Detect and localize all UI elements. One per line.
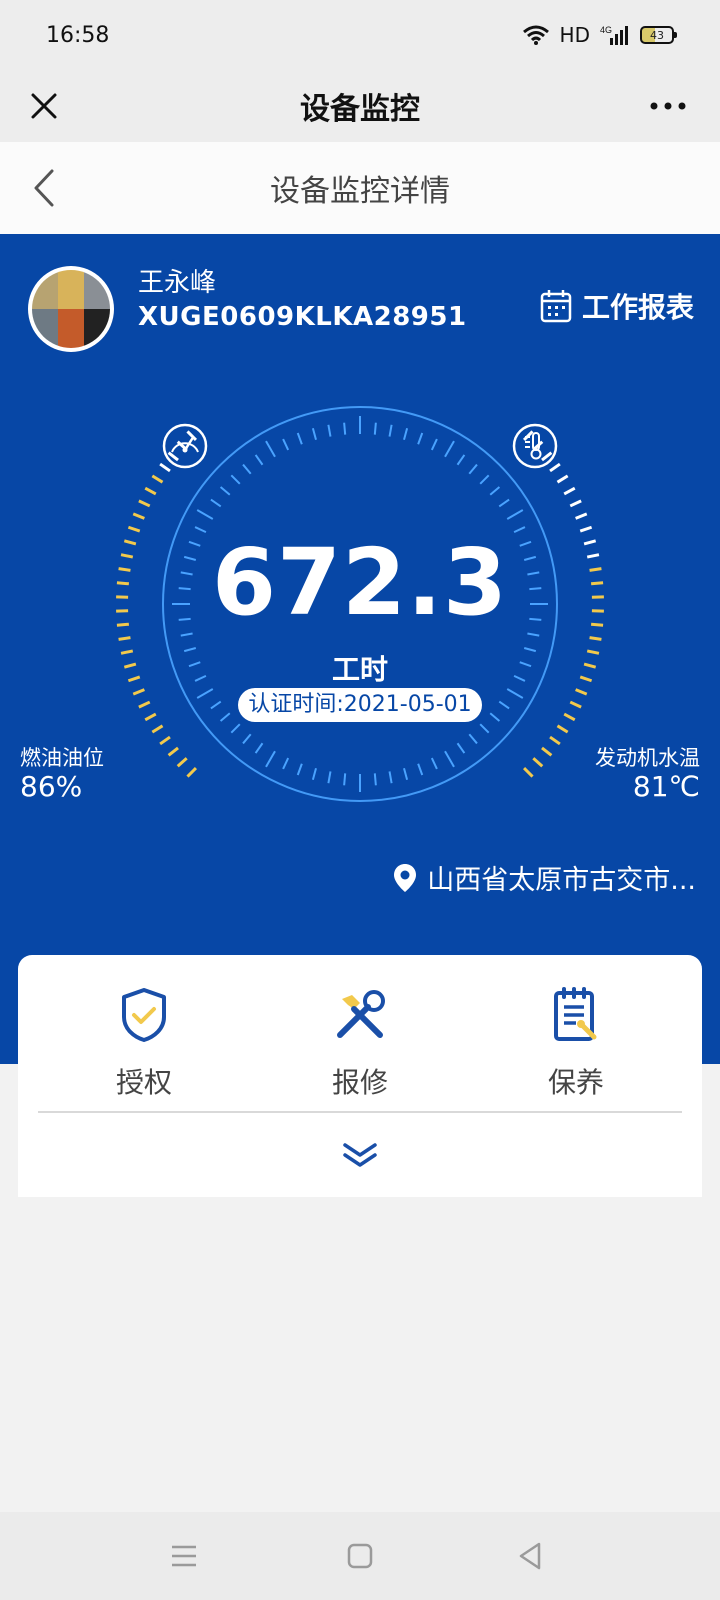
temp-arc-tick <box>575 688 588 696</box>
temp-arc-tick <box>589 567 602 572</box>
temp-arc-tick <box>579 675 593 683</box>
fuel-arc-tick <box>118 636 131 641</box>
system-navbar <box>0 1512 720 1600</box>
owner-name: 王永峰 <box>138 268 217 298</box>
repair-label: 报修 <box>331 1066 388 1099</box>
fuel-arc-tick <box>123 662 137 669</box>
maintenance-doc-icon <box>554 987 597 1041</box>
hours-gauge: 672.3 工时 认证时间:2021-05-01 <box>0 384 720 844</box>
device-photo <box>32 270 110 348</box>
temp-arc-tick <box>563 486 576 496</box>
temp-arc-tick <box>569 700 582 709</box>
temp-arc-tick <box>586 553 600 559</box>
engine-temp-value: 81℃ <box>632 770 700 803</box>
subpage-title: 设备监控详情 <box>270 174 450 209</box>
fuel-arc-tick <box>118 567 131 572</box>
menu-button[interactable] <box>162 1534 206 1578</box>
temp-arc-tick <box>586 649 600 655</box>
temp-arc-tick <box>589 636 602 641</box>
work-report-button[interactable]: 工作报表 <box>540 286 694 326</box>
status-icons: HD 4G 43 <box>522 23 677 47</box>
fuel-arc-tick <box>132 512 145 520</box>
fuel-arc-tick <box>116 581 130 586</box>
shield-check-icon <box>122 988 166 1042</box>
maintenance-button[interactable]: 保养 <box>496 985 656 1101</box>
wifi-icon <box>522 25 549 45</box>
fuel-arc-tick <box>144 712 157 722</box>
temp-arc-tick <box>590 622 604 627</box>
divider <box>38 1111 682 1113</box>
home-button[interactable] <box>338 1534 382 1578</box>
temp-arc-tick <box>583 539 597 546</box>
double-chevron-down-icon <box>343 1143 377 1167</box>
status-bar: 16:58 HD 4G 43 <box>0 0 720 70</box>
more-dots-icon <box>650 102 686 110</box>
wrench-icon <box>337 990 385 1038</box>
actions-card: 授权 报修 保养 <box>18 955 702 1197</box>
repair-button[interactable]: 报修 <box>280 985 440 1101</box>
network-type: HD <box>559 23 590 47</box>
working-hours-unit: 工时 <box>331 653 388 686</box>
more-button[interactable] <box>636 82 700 130</box>
location-text: 山西省太原市古交市... <box>427 865 696 896</box>
sub-navbar: 设备监控详情 <box>0 142 720 234</box>
fuel-arc-tick <box>120 553 134 559</box>
device-monitor-panel: 王永峰 XUGE0609KLKA28951 工作报表 672.3 工时 认证时间… <box>0 234 720 1064</box>
temp-arc-tick <box>569 499 582 508</box>
work-report-label: 工作报表 <box>581 291 694 324</box>
signal-icon: 4G <box>600 25 628 45</box>
fuel-arc-tick <box>123 539 137 546</box>
fuel-level-value: 86% <box>20 770 83 803</box>
fuel-arc-tick <box>116 622 130 627</box>
battery-icon: 43 <box>640 26 677 44</box>
temp-arc-tick <box>575 512 588 520</box>
temp-arc-tick <box>563 712 576 722</box>
fuel-arc-tick <box>138 499 151 508</box>
working-hours-value: 672.3 <box>211 529 508 636</box>
fuel-arc-tick <box>138 700 151 709</box>
fuel-arc-tick <box>127 675 141 683</box>
certification-date: 认证时间:2021-05-01 <box>238 688 482 722</box>
close-button[interactable] <box>20 82 68 130</box>
engine-temp-label: 发动机水温 <box>595 746 700 770</box>
status-time: 16:58 <box>46 22 110 48</box>
page-title: 设备监控 <box>300 92 420 127</box>
fuel-arc-tick <box>127 525 141 533</box>
battery-level: 43 <box>650 28 664 42</box>
calendar-icon <box>540 290 572 323</box>
back-triangle-icon <box>519 1542 541 1570</box>
device-id: XUGE0609KLKA28951 <box>138 302 467 332</box>
temp-arc-tick <box>583 662 597 669</box>
authorize-button[interactable]: 授权 <box>64 985 224 1101</box>
close-icon <box>31 93 57 119</box>
fuel-arc-tick <box>120 649 134 655</box>
gauge-center: 672.3 工时 认证时间:2021-05-01 <box>160 384 560 804</box>
fuel-level-label: 燃油油位 <box>20 746 104 770</box>
top-navbar: 设备监控 <box>0 70 720 142</box>
location-row[interactable]: 山西省太原市古交市... <box>393 858 696 897</box>
fuel-arc-tick <box>132 688 145 696</box>
chevron-left-icon <box>34 169 54 207</box>
temp-arc-tick <box>579 525 593 533</box>
maintenance-label: 保养 <box>547 1066 604 1099</box>
fuel-arc-tick <box>144 486 157 496</box>
authorize-label: 授权 <box>115 1066 172 1099</box>
home-square-icon <box>347 1543 373 1569</box>
location-pin-icon <box>394 863 417 892</box>
avatar <box>28 266 114 352</box>
temp-arc-tick <box>590 581 604 586</box>
back-button[interactable] <box>24 164 64 212</box>
menu-icon <box>172 1545 196 1567</box>
svg-text:4G: 4G <box>600 25 612 35</box>
expand-button[interactable] <box>330 1135 390 1175</box>
back-nav-button[interactable] <box>508 1534 552 1578</box>
